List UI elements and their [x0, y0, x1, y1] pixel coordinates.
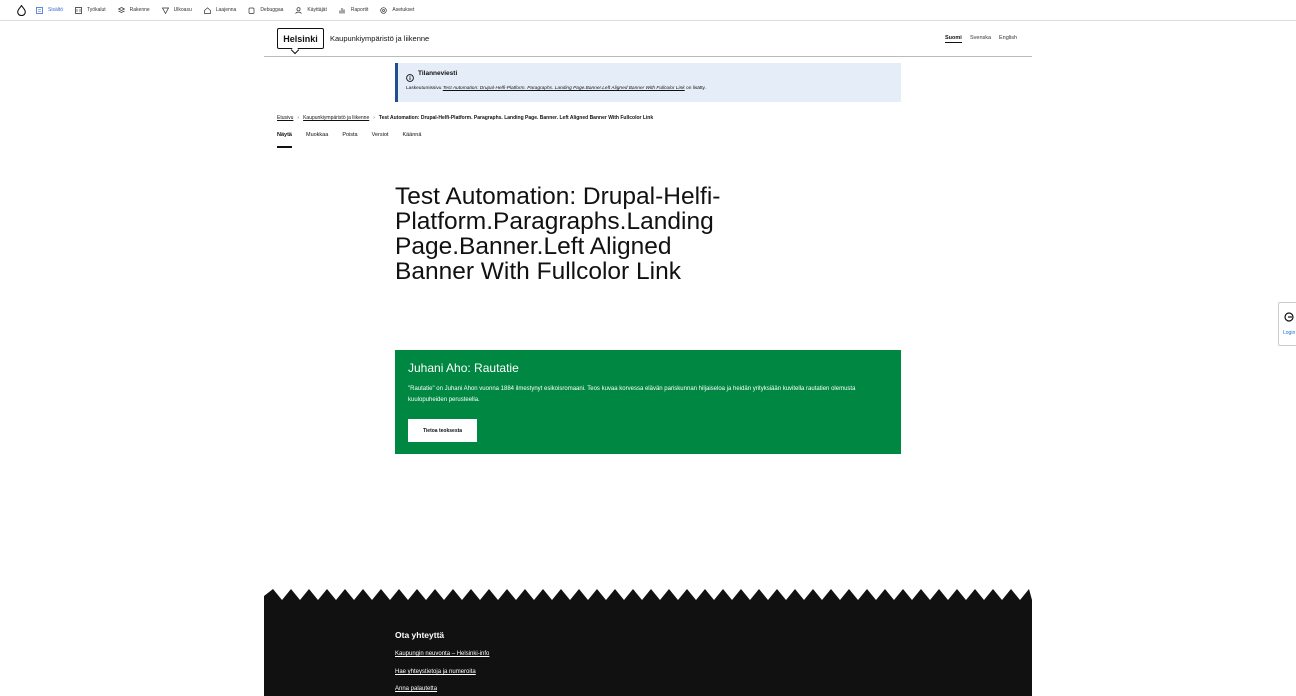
- admin-menu-item[interactable]: Laajenna: [203, 6, 237, 14]
- breadcrumb-separator-icon: ›: [373, 115, 375, 121]
- footer: Ota yhteyttä Kaupungin neuvonta – Helsin…: [264, 588, 1032, 696]
- footer-title: Ota yhteyttä: [395, 630, 445, 640]
- footer-link-helsinki-info[interactable]: Kaupungin neuvonta – Helsinki-info: [395, 651, 489, 657]
- footer-zigzag-decoration: [264, 589, 1032, 603]
- breadcrumb-home[interactable]: Etusivu: [277, 115, 293, 121]
- helsinki-logo[interactable]: Helsinki: [277, 28, 324, 49]
- status-text-after: on lisätty.: [684, 86, 706, 91]
- breadcrumb-current: Test Automation: Drupal-Helfi-Platform. …: [378, 115, 654, 121]
- admin-menu-item-label: Ulkoasu: [173, 7, 192, 13]
- banner-link-button[interactable]: Tietoa teoksesta: [408, 419, 477, 442]
- admin-menu-item[interactable]: Debuggaa: [248, 7, 283, 14]
- breadcrumb: Etusivu › Kaupunkiympäristö ja liikenne …: [277, 115, 653, 121]
- admin-menu-item-label: Rakenne: [129, 7, 150, 13]
- site-header: Helsinki Kaupunkiympäristö ja liikenne S…: [264, 21, 1032, 57]
- admin-menu-item-label: Debuggaa: [260, 7, 284, 13]
- lang-suomi[interactable]: Suomi: [945, 35, 962, 43]
- tab-delete[interactable]: Poista: [342, 132, 357, 148]
- banner-title: Juhani Aho: Rautatie: [408, 361, 519, 375]
- status-title: Tilanneviesti: [418, 70, 458, 77]
- admin-menu-item[interactable]: Rakenne: [117, 6, 150, 14]
- lang-english[interactable]: English: [999, 35, 1017, 41]
- footer-link-feedback[interactable]: Anna palautetta: [395, 686, 437, 692]
- admin-menu-item-label: Käyttäjät: [307, 7, 327, 13]
- status-text: Laskeutumissivu Test Automation: Drupal-…: [406, 86, 706, 91]
- admin-menu-item[interactable]: Raportit: [339, 7, 369, 14]
- status-link[interactable]: Test Automation: Drupal-Helfi-Platform. …: [443, 86, 685, 91]
- tab-revisions[interactable]: Versiot: [372, 132, 389, 148]
- banner: Juhani Aho: Rautatie "Rautatie" on Juhan…: [395, 350, 901, 454]
- admin-menu-item[interactable]: Ulkoasu: [161, 7, 192, 14]
- info-icon: [406, 69, 414, 82]
- admin-menu-item[interactable]: Sisältö: [36, 6, 64, 14]
- admin-menu-item-label: Sisältö: [48, 7, 64, 13]
- admin-toolbar: Sisältö Työkalut Rakenne Ulkoasu Laajenna Deb…: [0, 0, 1296, 21]
- site-name[interactable]: Kaupunkiympäristö ja liikenne: [330, 34, 429, 43]
- admin-menu-item-label: Raportit: [350, 7, 369, 13]
- tools-icon: [75, 6, 82, 14]
- admin-menu-item[interactable]: Käyttäjät: [295, 6, 327, 14]
- page-title: Test Automation: Drupal-Helfi-Platform.P…: [395, 183, 721, 285]
- login-icon: [1284, 309, 1294, 322]
- people-icon: [295, 6, 303, 14]
- footer-body: [264, 602, 1032, 696]
- settings-icon: [380, 6, 388, 14]
- breadcrumb-section[interactable]: Kaupunkiympäristö ja liikenne: [303, 115, 369, 121]
- side-login-widget[interactable]: Login: [1278, 302, 1296, 346]
- drupal-logo-icon[interactable]: [17, 4, 28, 16]
- debug-icon: [248, 7, 255, 14]
- lang-svenska[interactable]: Svenska: [970, 35, 991, 41]
- local-tasks-tabs: Näytä Muokkaa Poista Versiot Käännä: [277, 132, 435, 148]
- admin-menu-item[interactable]: Työkalut: [75, 6, 106, 14]
- tab-translate[interactable]: Käännä: [402, 132, 421, 148]
- banner-description: "Rautatie" on Juhani Ahon vuonna 1884 il…: [408, 386, 856, 403]
- admin-menu-item-label: Laajenna: [215, 7, 237, 13]
- status-text-before: Laskeutumissivu: [406, 86, 443, 91]
- appearance-icon: [161, 7, 169, 14]
- content-icon: [36, 6, 43, 14]
- tab-edit[interactable]: Muokkaa: [306, 132, 328, 148]
- admin-menu-item[interactable]: Asetukset: [380, 6, 415, 14]
- structure-icon: [117, 6, 125, 14]
- reports-icon: [339, 7, 346, 14]
- footer-link-contacts[interactable]: Hae yhteystietoja ja numeroita: [395, 669, 476, 675]
- status-message: Tilanneviesti Laskeutumissivu Test Autom…: [395, 63, 901, 102]
- breadcrumb-separator-icon: ›: [297, 115, 300, 121]
- tab-view[interactable]: Näytä: [277, 132, 292, 148]
- admin-menu-item-label: Työkalut: [87, 7, 106, 13]
- admin-menu-item-label: Asetukset: [392, 7, 415, 13]
- login-label: Login: [1283, 330, 1296, 336]
- extend-icon: [203, 6, 211, 14]
